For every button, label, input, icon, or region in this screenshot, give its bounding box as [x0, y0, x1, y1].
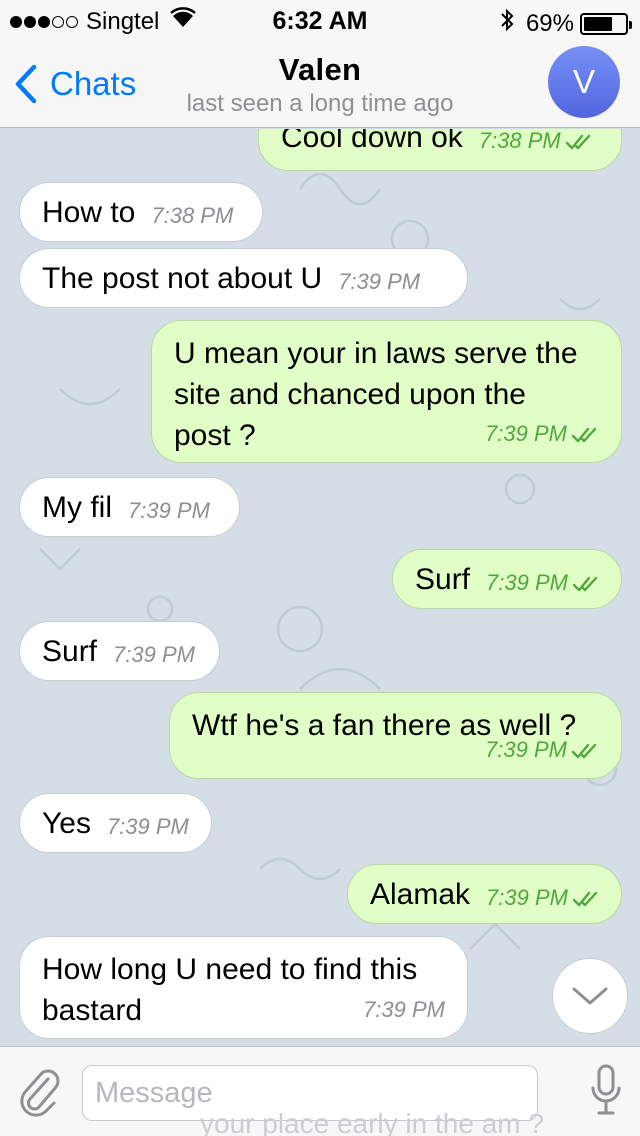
message-text: Cool down ok — [281, 129, 463, 154]
bluetooth-icon — [500, 7, 514, 40]
battery-percent: 69% — [525, 9, 574, 37]
voice-record-button[interactable] — [590, 1063, 622, 1122]
background-ghost-text: your place early in the am ? — [200, 1108, 544, 1136]
last-seen-status: last seen a long time ago — [186, 90, 454, 117]
message-time: 7:39 PM — [128, 497, 210, 523]
message-text: How to — [42, 195, 136, 229]
message-time: 7:38 PM — [151, 202, 234, 228]
message-text: Surf — [415, 562, 471, 596]
message-time: 7:39 PM — [363, 997, 445, 1022]
chevron-down-icon — [572, 987, 608, 1005]
attach-button[interactable] — [18, 1065, 62, 1122]
message-meta: 7:39 PM — [363, 989, 445, 1030]
message-time: 7:38 PM — [478, 129, 561, 153]
message-text: Surf — [42, 634, 98, 668]
message-text: Yes — [42, 806, 91, 840]
avatar[interactable]: V — [548, 46, 620, 118]
message-time: 7:39 PM — [485, 737, 567, 762]
chat-title[interactable]: Valen — [0, 52, 640, 88]
message-time: 7:39 PM — [106, 813, 189, 839]
battery-icon — [580, 12, 632, 35]
message-time: 7:39 PM — [486, 884, 568, 910]
message-text: My fil — [42, 490, 112, 524]
status-bar-right: 69% — [500, 7, 632, 40]
chat-area[interactable]: Cool down ok 7:38 PM How to 7:38 PM The post… — [0, 129, 640, 1046]
status-bar: Singtel 6:32 AM 69% — [0, 0, 640, 40]
message-text-line: U mean your in laws serve the — [174, 337, 578, 370]
outgoing-message-bubble[interactable]: U mean your in laws serve the site and ch… — [151, 320, 622, 463]
scroll-to-bottom-button[interactable] — [552, 958, 628, 1034]
message-meta: 7:39 PM — [485, 413, 599, 454]
message-text-line: How long U need to find this — [42, 953, 418, 986]
message-list: Cool down ok 7:38 PM How to 7:38 PM The post… — [0, 129, 640, 1046]
message-text: The post not about U — [42, 261, 323, 295]
incoming-message-bubble[interactable]: The post not about U 7:39 PM — [19, 248, 468, 308]
double-check-icon — [568, 877, 600, 918]
incoming-message-bubble[interactable]: How to 7:38 PM — [19, 182, 263, 242]
message-text: Alamak — [370, 877, 471, 911]
message-time: 7:39 PM — [486, 569, 568, 595]
microphone-icon — [591, 1064, 621, 1115]
message-time: 7:39 PM — [485, 421, 567, 446]
double-check-icon — [567, 413, 599, 454]
double-check-icon — [567, 729, 599, 770]
incoming-message-bubble[interactable]: Surf 7:39 PM — [19, 621, 220, 681]
outgoing-message-bubble[interactable]: Wtf he's a fan there as well ? 7:39 PM — [169, 692, 622, 779]
message-time: 7:39 PM — [338, 268, 421, 294]
message-text-line: site and chanced upon the — [174, 378, 526, 411]
incoming-message-bubble[interactable]: My fil 7:39 PM — [19, 477, 240, 537]
outgoing-message-bubble[interactable]: Cool down ok 7:38 PM — [258, 129, 622, 171]
message-time: 7:39 PM — [113, 641, 195, 667]
incoming-message-bubble[interactable]: How long U need to find this bastard 7:39 … — [19, 936, 468, 1039]
outgoing-message-bubble[interactable]: Alamak 7:39 PM — [347, 864, 622, 924]
double-check-icon — [568, 562, 600, 603]
incoming-message-bubble[interactable]: Yes 7:39 PM — [19, 793, 212, 853]
outgoing-message-bubble[interactable]: Surf 7:39 PM — [392, 549, 622, 609]
double-check-icon — [561, 129, 593, 161]
navigation-bar: Chats Valen last seen a long time ago V — [0, 40, 640, 128]
paperclip-icon — [20, 1069, 60, 1117]
message-meta: 7:39 PM — [485, 729, 599, 770]
